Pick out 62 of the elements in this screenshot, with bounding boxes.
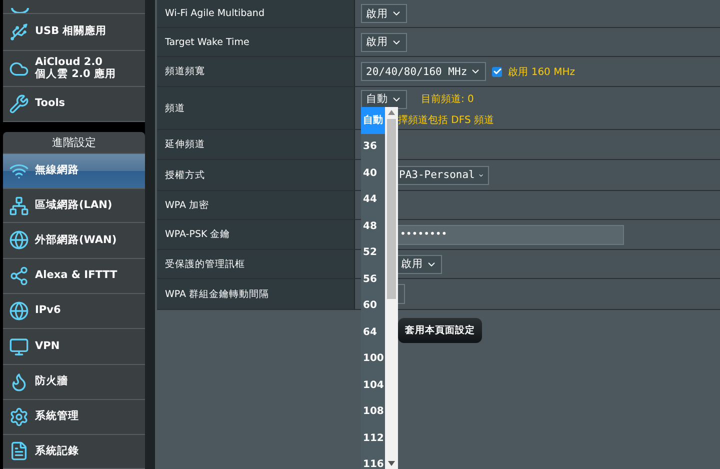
select-dropdown[interactable]: 啟用 xyxy=(397,254,442,274)
channel-option[interactable]: 60 xyxy=(361,292,385,319)
setting-label: 授權方式 xyxy=(157,160,355,190)
gear-icon xyxy=(9,406,29,427)
section-header: 進階設定 xyxy=(3,132,145,154)
scroll-down-icon[interactable] xyxy=(388,461,395,466)
channel-option[interactable]: 48 xyxy=(361,213,385,240)
channel-option[interactable]: 112 xyxy=(361,425,385,452)
channel-option[interactable]: 108 xyxy=(361,398,385,425)
sidebar-item[interactable]: Alexa & IFTTT xyxy=(3,258,145,294)
select-dropdown[interactable]: 20/40/80/160 MHz xyxy=(361,62,486,81)
globe-icon xyxy=(9,301,29,322)
setting-label: Target Wake Time xyxy=(157,28,355,56)
checkbox-label: 啟用 160 MHz xyxy=(508,66,575,78)
setting-label: 受保護的管理訊框 xyxy=(157,250,355,278)
sidebar-item[interactable]: 區域網路(LAN) xyxy=(3,188,145,224)
sidebar-item[interactable]: USB 相關應用 xyxy=(3,14,145,52)
sidebar-item[interactable]: 防火牆 xyxy=(3,364,145,400)
setting-label: 頻道 xyxy=(157,87,355,129)
channel-option[interactable]: 104 xyxy=(361,372,385,398)
channel-option[interactable]: 100 xyxy=(361,346,385,372)
monitor-icon xyxy=(9,336,29,357)
sidebar-item[interactable]: 外部網路(WAN) xyxy=(3,223,145,259)
channel-option[interactable]: 64 xyxy=(361,319,385,346)
channel-select[interactable]: 自動 xyxy=(361,90,407,108)
checkbox[interactable] xyxy=(492,66,502,76)
channel-option[interactable]: 36 xyxy=(361,134,385,160)
setting-label: WPA 群組金鑰轉動間隔 xyxy=(157,279,355,309)
setting-label: WPA-PSK 金鑰 xyxy=(157,220,355,249)
select-dropdown[interactable]: 啟用 xyxy=(361,32,407,52)
channel-option[interactable]: 44 xyxy=(361,186,385,213)
sidebar-item[interactable]: 系統管理 xyxy=(3,400,145,435)
select-dropdown[interactable]: 啟用 xyxy=(361,4,407,23)
setting-label: 延伸頻道 xyxy=(157,130,355,159)
usb-drive-icon xyxy=(9,22,29,42)
document-icon xyxy=(9,441,29,462)
network-icon xyxy=(9,196,29,216)
channel-option[interactable]: 56 xyxy=(361,266,385,292)
current-channel-note: 目前頻道: 0 xyxy=(421,93,474,106)
setting-label: Wi-Fi Agile Multiband xyxy=(157,0,355,27)
globe-icon xyxy=(11,8,29,13)
setting-label: WPA 加密 xyxy=(157,191,355,219)
sidebar-item[interactable] xyxy=(3,0,145,14)
sidebar-item[interactable]: VPN xyxy=(3,329,145,365)
setting-label: 頻道頻寬 xyxy=(157,57,355,86)
share-icon xyxy=(9,266,29,286)
sidebar-item[interactable]: IPv6 xyxy=(3,294,145,330)
select-dropdown[interactable]: PA3-Personal xyxy=(397,166,489,184)
dfs-note: 擇頻道包括 DFS 頻道 xyxy=(398,114,495,126)
channel-option[interactable]: 40 xyxy=(361,160,385,186)
sidebar-item[interactable]: 無線網路 xyxy=(3,154,145,189)
scrollbar[interactable] xyxy=(385,107,398,469)
wrench-icon xyxy=(9,94,29,114)
apply-button[interactable]: 套用本頁面設定 xyxy=(398,318,482,343)
sidebar-item[interactable]: Tools xyxy=(3,87,145,122)
channel-option[interactable]: 116 xyxy=(361,452,385,469)
sidebar-item[interactable]: 系統記錄 xyxy=(3,434,145,469)
scrollbar-thumb[interactable] xyxy=(387,119,396,299)
channel-option[interactable]: 52 xyxy=(361,240,385,266)
password-field[interactable]: •••••••• xyxy=(397,224,624,244)
sidebar-item[interactable]: AiCloud 2.0 個人雲 2.0 應用 xyxy=(3,51,145,88)
globe-icon xyxy=(9,230,29,250)
